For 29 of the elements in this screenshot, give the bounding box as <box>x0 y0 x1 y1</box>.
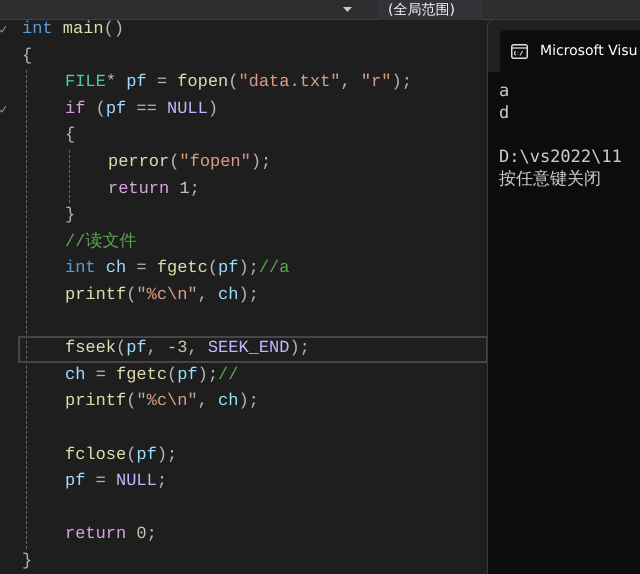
fold-marker-icon[interactable] <box>0 104 6 113</box>
console-tab[interactable]: Microsoft Visu <box>500 30 640 72</box>
code-line: return 1; <box>108 180 200 199</box>
code-line: } <box>65 206 76 226</box>
code-line: if (pf == NULL) <box>65 100 218 119</box>
code-line: return 0; <box>65 525 157 544</box>
fold-marker-icon[interactable] <box>0 25 6 33</box>
code-line: int main() <box>22 20 124 39</box>
code-line: perror("fopen"); <box>108 152 272 172</box>
console-output-line: 按任意键关闭 <box>499 168 602 190</box>
code-line: fseek(pf, -3, SEEK_END); <box>65 339 310 358</box>
console-output-line: a <box>499 80 510 102</box>
code-line: fclose(pf); <box>65 446 178 464</box>
caret-icon <box>343 7 352 12</box>
code-line: printf("%c\n", ch); <box>65 392 259 412</box>
console-output-line: D:\vs2022\11 <box>499 146 623 168</box>
code-line: FILE* pf = fopen("data.txt", "r"); <box>65 73 412 92</box>
code-line: ch = fgetc(pf);// <box>65 366 238 385</box>
code-line: int ch = fgetc(pf);//a <box>65 259 290 278</box>
console-icon <box>511 44 528 58</box>
console-output-line: d <box>499 102 510 124</box>
console-title: Microsoft Visu <box>540 42 638 60</box>
code-line: } <box>22 552 32 571</box>
code-line: { <box>22 46 32 66</box>
code-line: printf("%c\n", ch); <box>65 286 259 305</box>
code-line: //读文件 <box>65 232 136 252</box>
scope-dropdown[interactable]: (全局范围) <box>378 0 483 20</box>
code-line: pf = NULL; <box>65 472 168 492</box>
code-line: { <box>65 126 76 146</box>
